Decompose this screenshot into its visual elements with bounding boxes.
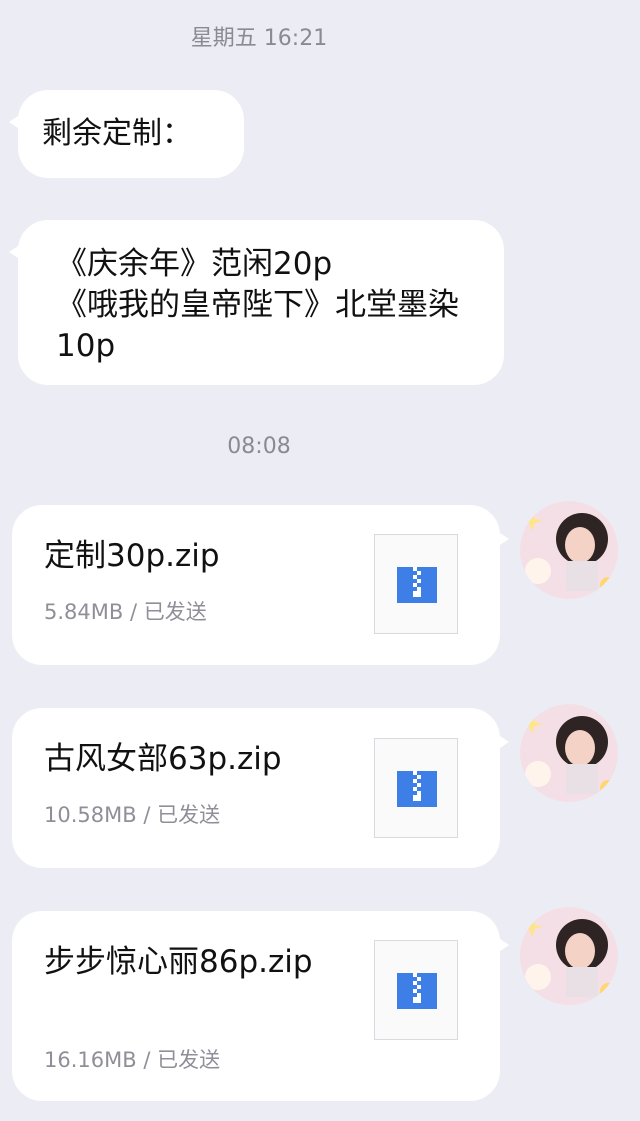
message-bubble[interactable]: 剩余定制： <box>9 90 244 178</box>
file-thumbnail[interactable] <box>374 534 458 634</box>
send-status: 已发送 <box>157 803 221 827</box>
message-text: 《庆余年》范闲20p 《哦我的皇帝陛下》北堂墨染10p <box>56 246 459 364</box>
timestamp: 08:08 <box>227 434 291 459</box>
send-status: 已发送 <box>157 1048 221 1072</box>
zip-archive-icon <box>397 771 437 807</box>
avatar[interactable] <box>520 501 618 599</box>
avatar-photo <box>520 704 618 802</box>
avatar-photo <box>520 501 618 599</box>
file-size: 16.16MB <box>44 1048 137 1072</box>
avatar-photo <box>520 907 618 1005</box>
zip-archive-icon <box>397 567 437 603</box>
file-meta: 10.58MB / 已发送 <box>44 799 220 829</box>
file-size: 10.58MB <box>44 803 137 827</box>
avatar[interactable] <box>520 907 618 1005</box>
message-bubble[interactable]: 《庆余年》范闲20p 《哦我的皇帝陛下》北堂墨染10p <box>9 220 504 385</box>
meta-separator: / <box>136 1048 158 1072</box>
file-name: 定制30p.zip <box>44 538 220 574</box>
file-thumbnail[interactable] <box>374 940 458 1040</box>
zip-archive-icon <box>397 973 437 1009</box>
file-message[interactable]: 步步惊心丽86p.zip 16.16MB / 已发送 <box>12 911 509 1101</box>
file-meta: 5.84MB / 已发送 <box>44 596 207 626</box>
meta-separator: / <box>136 803 158 827</box>
file-thumbnail[interactable] <box>374 738 458 838</box>
file-meta: 16.16MB / 已发送 <box>44 1044 220 1074</box>
file-name: 古风女部63p.zip <box>44 741 282 777</box>
avatar[interactable] <box>520 704 618 802</box>
meta-separator: / <box>123 600 144 624</box>
send-status: 已发送 <box>143 600 207 624</box>
message-text: 剩余定制： <box>42 116 192 151</box>
timestamp: 星期五 16:21 <box>190 26 328 51</box>
file-size: 5.84MB <box>44 600 124 624</box>
file-message[interactable]: 定制30p.zip 5.84MB / 已发送 <box>12 505 509 665</box>
file-message[interactable]: 古风女部63p.zip 10.58MB / 已发送 <box>12 708 509 868</box>
file-name: 步步惊心丽86p.zip <box>44 944 313 980</box>
